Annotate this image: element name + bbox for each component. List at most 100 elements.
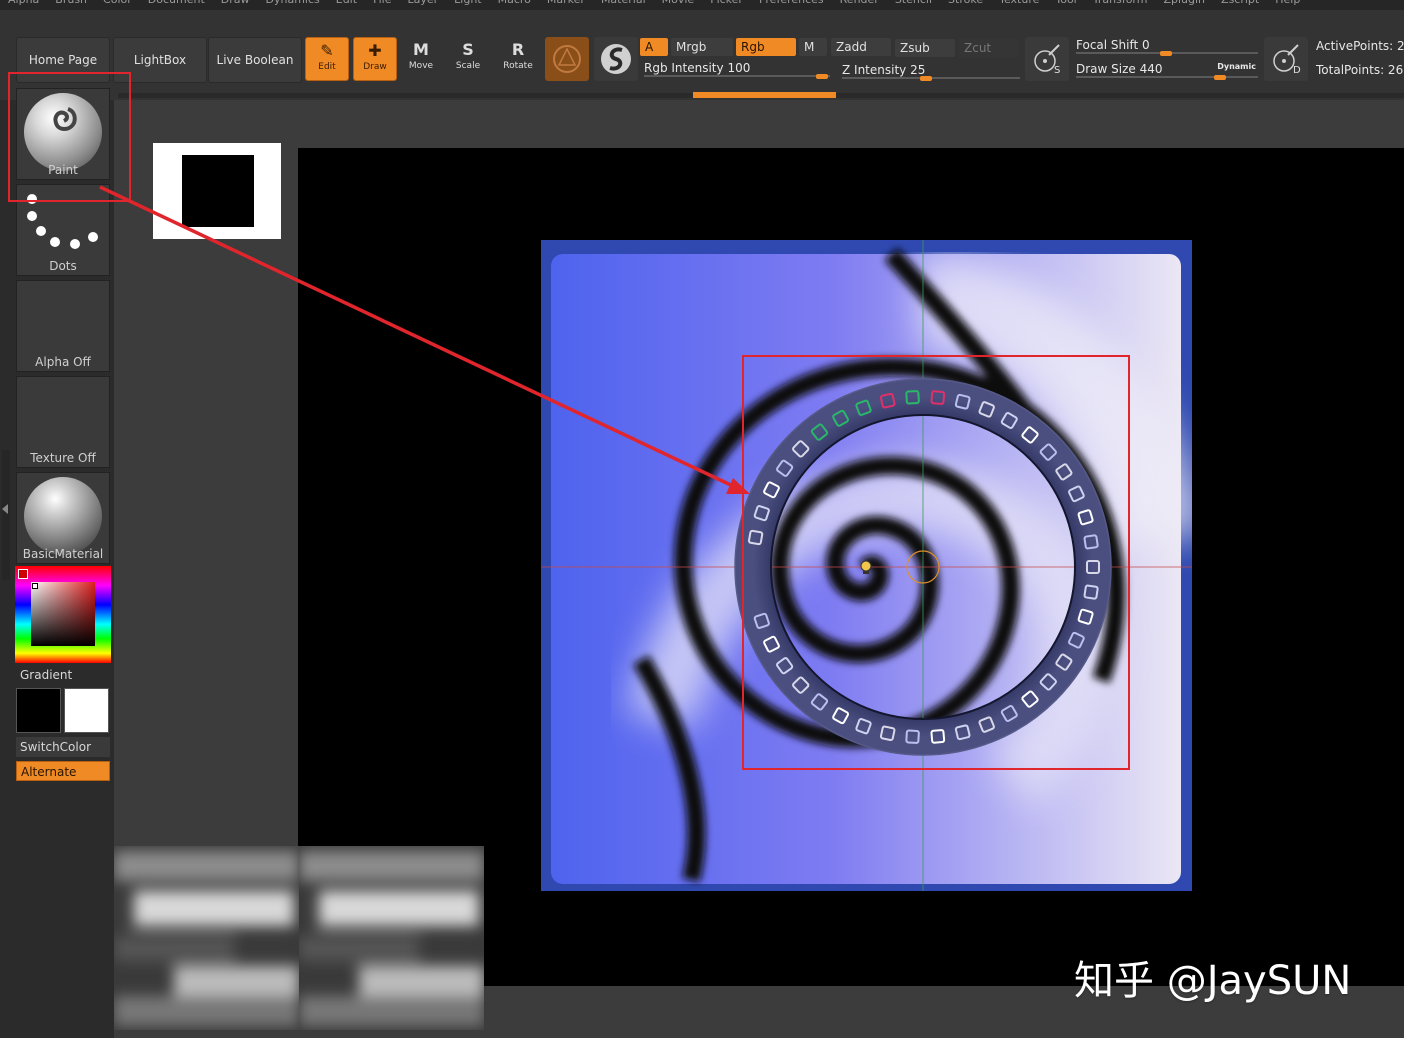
brush-d-icon: D xyxy=(1273,44,1301,76)
menu-marker[interactable]: Marker xyxy=(547,0,585,6)
move-icon: M xyxy=(413,40,429,59)
sphere-s-icon xyxy=(601,44,631,74)
z-intensity-value: 25 xyxy=(910,63,926,77)
color-picker-field[interactable] xyxy=(31,582,95,646)
menu-zplugin[interactable]: Zplugin xyxy=(1163,0,1205,6)
scale-icon: S xyxy=(462,40,474,59)
rgb-intensity-label: Rgb Intensity xyxy=(644,61,724,75)
dots-stroke-icon xyxy=(27,194,98,249)
menu-material[interactable]: Material xyxy=(601,0,646,6)
top-toolbar: Home Page LightBox Live Boolean ✎ Edit ✚… xyxy=(0,10,1404,100)
zsub-toggle[interactable]: Zsub xyxy=(895,39,955,57)
brush-s-icon: S xyxy=(1034,44,1060,76)
menu-stencil[interactable]: Stencil xyxy=(895,0,932,6)
stroke-slot[interactable]: Dots xyxy=(16,184,110,276)
menu-render[interactable]: Render xyxy=(840,0,879,6)
color-picker[interactable] xyxy=(15,566,111,663)
menu-stroke[interactable]: Stroke xyxy=(948,0,983,6)
left-collapse-handle[interactable] xyxy=(2,450,10,580)
rgb-intensity-slider[interactable]: Rgb Intensity 100 xyxy=(644,61,830,79)
menu-file[interactable]: File xyxy=(373,0,391,6)
rotate-label: Rotate xyxy=(503,61,533,71)
menu-macro[interactable]: Macro xyxy=(498,0,531,6)
material-toggle-button[interactable] xyxy=(545,37,589,81)
menu-movie[interactable]: Movie xyxy=(662,0,695,6)
live-boolean-button[interactable]: Live Boolean xyxy=(208,37,302,83)
menu-draw[interactable]: Draw xyxy=(221,0,250,6)
menu-transform[interactable]: Transform xyxy=(1093,0,1148,6)
active-tab-indicator xyxy=(693,92,836,98)
watermark: 知乎 @JaySUN xyxy=(1074,958,1352,1004)
lightbox-button[interactable]: LightBox xyxy=(113,37,207,83)
move-mode-button[interactable]: M Move xyxy=(400,37,442,79)
focal-s-button[interactable]: S xyxy=(1025,37,1069,81)
secondary-color-swatch[interactable] xyxy=(64,688,109,733)
move-label: Move xyxy=(408,61,434,71)
draw-size-value: 440 xyxy=(1139,62,1163,76)
hue-marker[interactable] xyxy=(18,569,28,579)
rgb-toggle[interactable]: Rgb xyxy=(736,38,796,56)
menu-help[interactable]: Help xyxy=(1275,0,1300,6)
sculpt-toggle-button[interactable] xyxy=(594,37,638,81)
menu-light[interactable]: Light xyxy=(454,0,481,6)
active-points-readout: ActivePoints: 26 xyxy=(1316,39,1404,53)
material-icon xyxy=(553,45,581,73)
gradient-label[interactable]: Gradient xyxy=(16,665,114,685)
edit-label: Edit xyxy=(318,62,336,72)
svg-text:S: S xyxy=(1054,65,1060,76)
menu-dynamics[interactable]: Dynamics xyxy=(266,0,320,6)
texture-thumbnail-1[interactable] xyxy=(114,846,299,1030)
canvas-artwork[interactable] xyxy=(541,240,1192,891)
menu-preferences[interactable]: Preferences xyxy=(759,0,824,6)
menu-tool[interactable]: Tool xyxy=(1055,0,1076,6)
texture-slot[interactable]: Texture Off xyxy=(16,376,110,468)
menu-texture[interactable]: Texture xyxy=(999,0,1039,6)
texture-thumbnail-2[interactable] xyxy=(299,846,484,1030)
edit-icon: ✎ xyxy=(320,41,334,60)
m-toggle[interactable]: M xyxy=(799,38,827,56)
menu-layer[interactable]: Layer xyxy=(407,0,438,6)
alpha-slot[interactable]: Alpha Off xyxy=(16,280,110,372)
alternate-button[interactable]: Alternate xyxy=(16,761,110,781)
swirl-icon xyxy=(53,107,77,131)
a-toggle[interactable]: A xyxy=(640,38,668,56)
z-intensity-slider[interactable]: Z Intensity 25 xyxy=(842,63,1020,81)
color-marker[interactable] xyxy=(32,583,38,589)
material-label: BasicMaterial xyxy=(22,547,104,561)
menu-document[interactable]: Document xyxy=(148,0,205,6)
basic-material-icon xyxy=(24,477,102,555)
menu-picker[interactable]: Picker xyxy=(710,0,743,6)
draw-size-label: Draw Size xyxy=(1076,62,1136,76)
menu-edit[interactable]: Edit xyxy=(336,0,357,6)
rotate-icon: R xyxy=(511,40,525,59)
edit-mode-button[interactable]: ✎ Edit xyxy=(305,37,349,81)
z-intensity-label: Z Intensity xyxy=(842,63,907,77)
zadd-toggle[interactable]: Zadd xyxy=(831,38,891,56)
menu-brush[interactable]: Brush xyxy=(55,0,87,6)
svg-text:D: D xyxy=(1293,65,1301,76)
focal-shift-slider[interactable]: Focal Shift 0 xyxy=(1076,38,1258,56)
dynamic-toggle[interactable]: Dynamic xyxy=(1217,60,1256,74)
draw-mode-button[interactable]: ✚ Draw xyxy=(353,37,397,81)
main-color-swatch[interactable] xyxy=(16,688,61,733)
total-points-readout: TotalPoints: 263 xyxy=(1316,63,1404,77)
noise-texture-icon xyxy=(299,846,484,1030)
menu-alpha[interactable]: Alpha xyxy=(8,0,39,6)
navigator-preview xyxy=(182,155,254,227)
rotate-mode-button[interactable]: R Rotate xyxy=(497,37,539,79)
focal-shift-label: Focal Shift xyxy=(1076,38,1139,52)
scale-mode-button[interactable]: S Scale xyxy=(447,37,489,79)
navigator-thumbnail[interactable] xyxy=(153,143,281,239)
material-slot[interactable]: BasicMaterial xyxy=(16,472,110,564)
switch-color-button[interactable]: SwitchColor xyxy=(16,737,110,757)
brush-slot[interactable]: Paint xyxy=(16,88,110,180)
focal-d-button[interactable]: D xyxy=(1264,37,1308,81)
draw-label: Draw xyxy=(363,62,387,72)
zcut-toggle[interactable]: Zcut xyxy=(959,39,1019,57)
draw-size-slider[interactable]: Draw Size 440 Dynamic xyxy=(1076,60,1258,80)
home-page-button[interactable]: Home Page xyxy=(16,37,110,83)
menu-zscript[interactable]: Zscript xyxy=(1221,0,1259,6)
menu-color[interactable]: Color xyxy=(103,0,132,6)
stroke-label: Dots xyxy=(49,259,77,273)
mrgb-toggle[interactable]: Mrgb xyxy=(671,38,733,56)
